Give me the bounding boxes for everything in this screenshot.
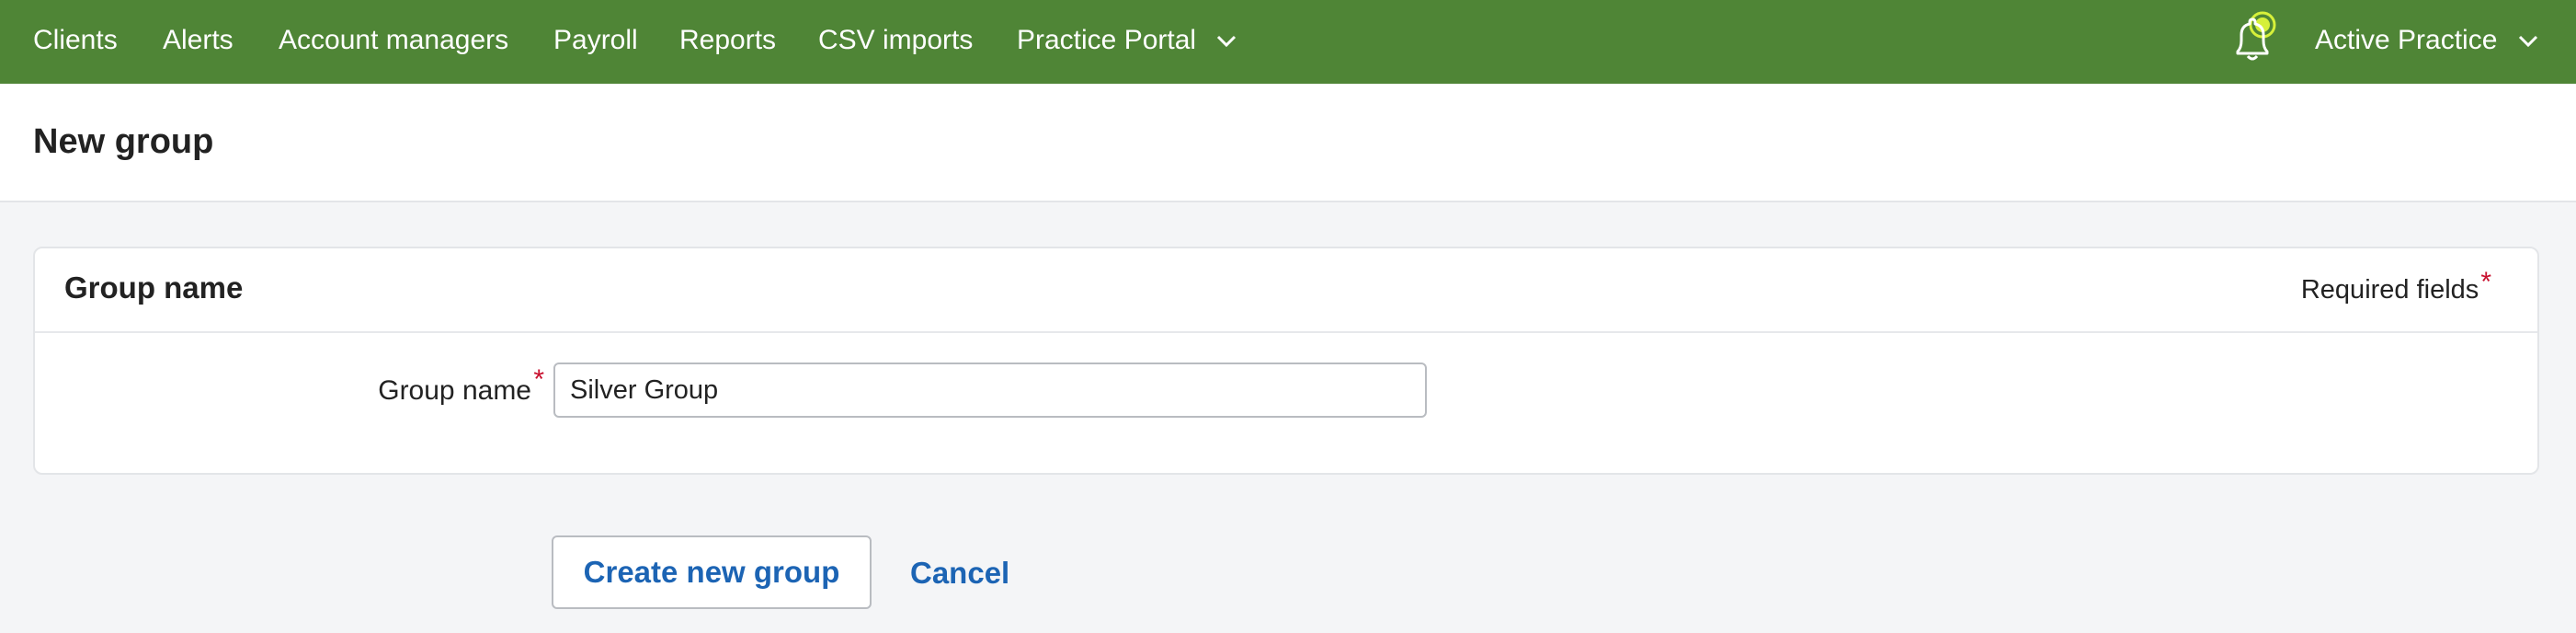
notifications-button[interactable]	[2225, 9, 2280, 64]
group-name-input[interactable]	[553, 363, 1427, 418]
practice-portal-label: Practice Portal	[1017, 25, 1197, 55]
nav-item-practice-portal-dropdown[interactable]: Practice Portal	[1017, 24, 1237, 57]
card-header: Group name Required fields*	[35, 248, 2537, 333]
group-name-label-text: Group name	[378, 375, 531, 406]
bell-icon	[2236, 11, 2276, 61]
chevron-down-icon	[1217, 36, 1237, 48]
nav-item-clients[interactable]: Clients	[33, 24, 118, 57]
group-name-card: Group name Required fields* Group name *	[33, 247, 2539, 475]
required-fields-label: Required fields	[2300, 275, 2479, 305]
chevron-down-icon	[2518, 36, 2537, 48]
nav-item-csv-imports[interactable]: CSV imports	[818, 24, 973, 57]
group-name-label: Group name *	[35, 364, 544, 407]
required-asterisk: *	[533, 364, 544, 395]
create-new-group-button[interactable]: Create new group	[552, 535, 872, 609]
account-menu-dropdown[interactable]: Active Practice	[2315, 24, 2538, 57]
card-title: Group name	[64, 270, 244, 305]
nav-item-payroll[interactable]: Payroll	[553, 24, 638, 57]
account-label: Active Practice	[2315, 25, 2498, 55]
nav-item-alerts[interactable]: Alerts	[163, 24, 234, 57]
page-header: New group	[0, 84, 2576, 202]
required-fields-note: Required fields*	[2300, 267, 2491, 305]
nav-item-reports[interactable]: Reports	[679, 24, 776, 57]
nav-item-account-managers[interactable]: Account managers	[279, 24, 508, 57]
top-navigation-bar: Clients Alerts Account managers Payroll …	[0, 0, 2576, 84]
page-title: New group	[33, 122, 214, 161]
required-asterisk: *	[2480, 267, 2491, 297]
cancel-link[interactable]: Cancel	[910, 556, 1009, 591]
